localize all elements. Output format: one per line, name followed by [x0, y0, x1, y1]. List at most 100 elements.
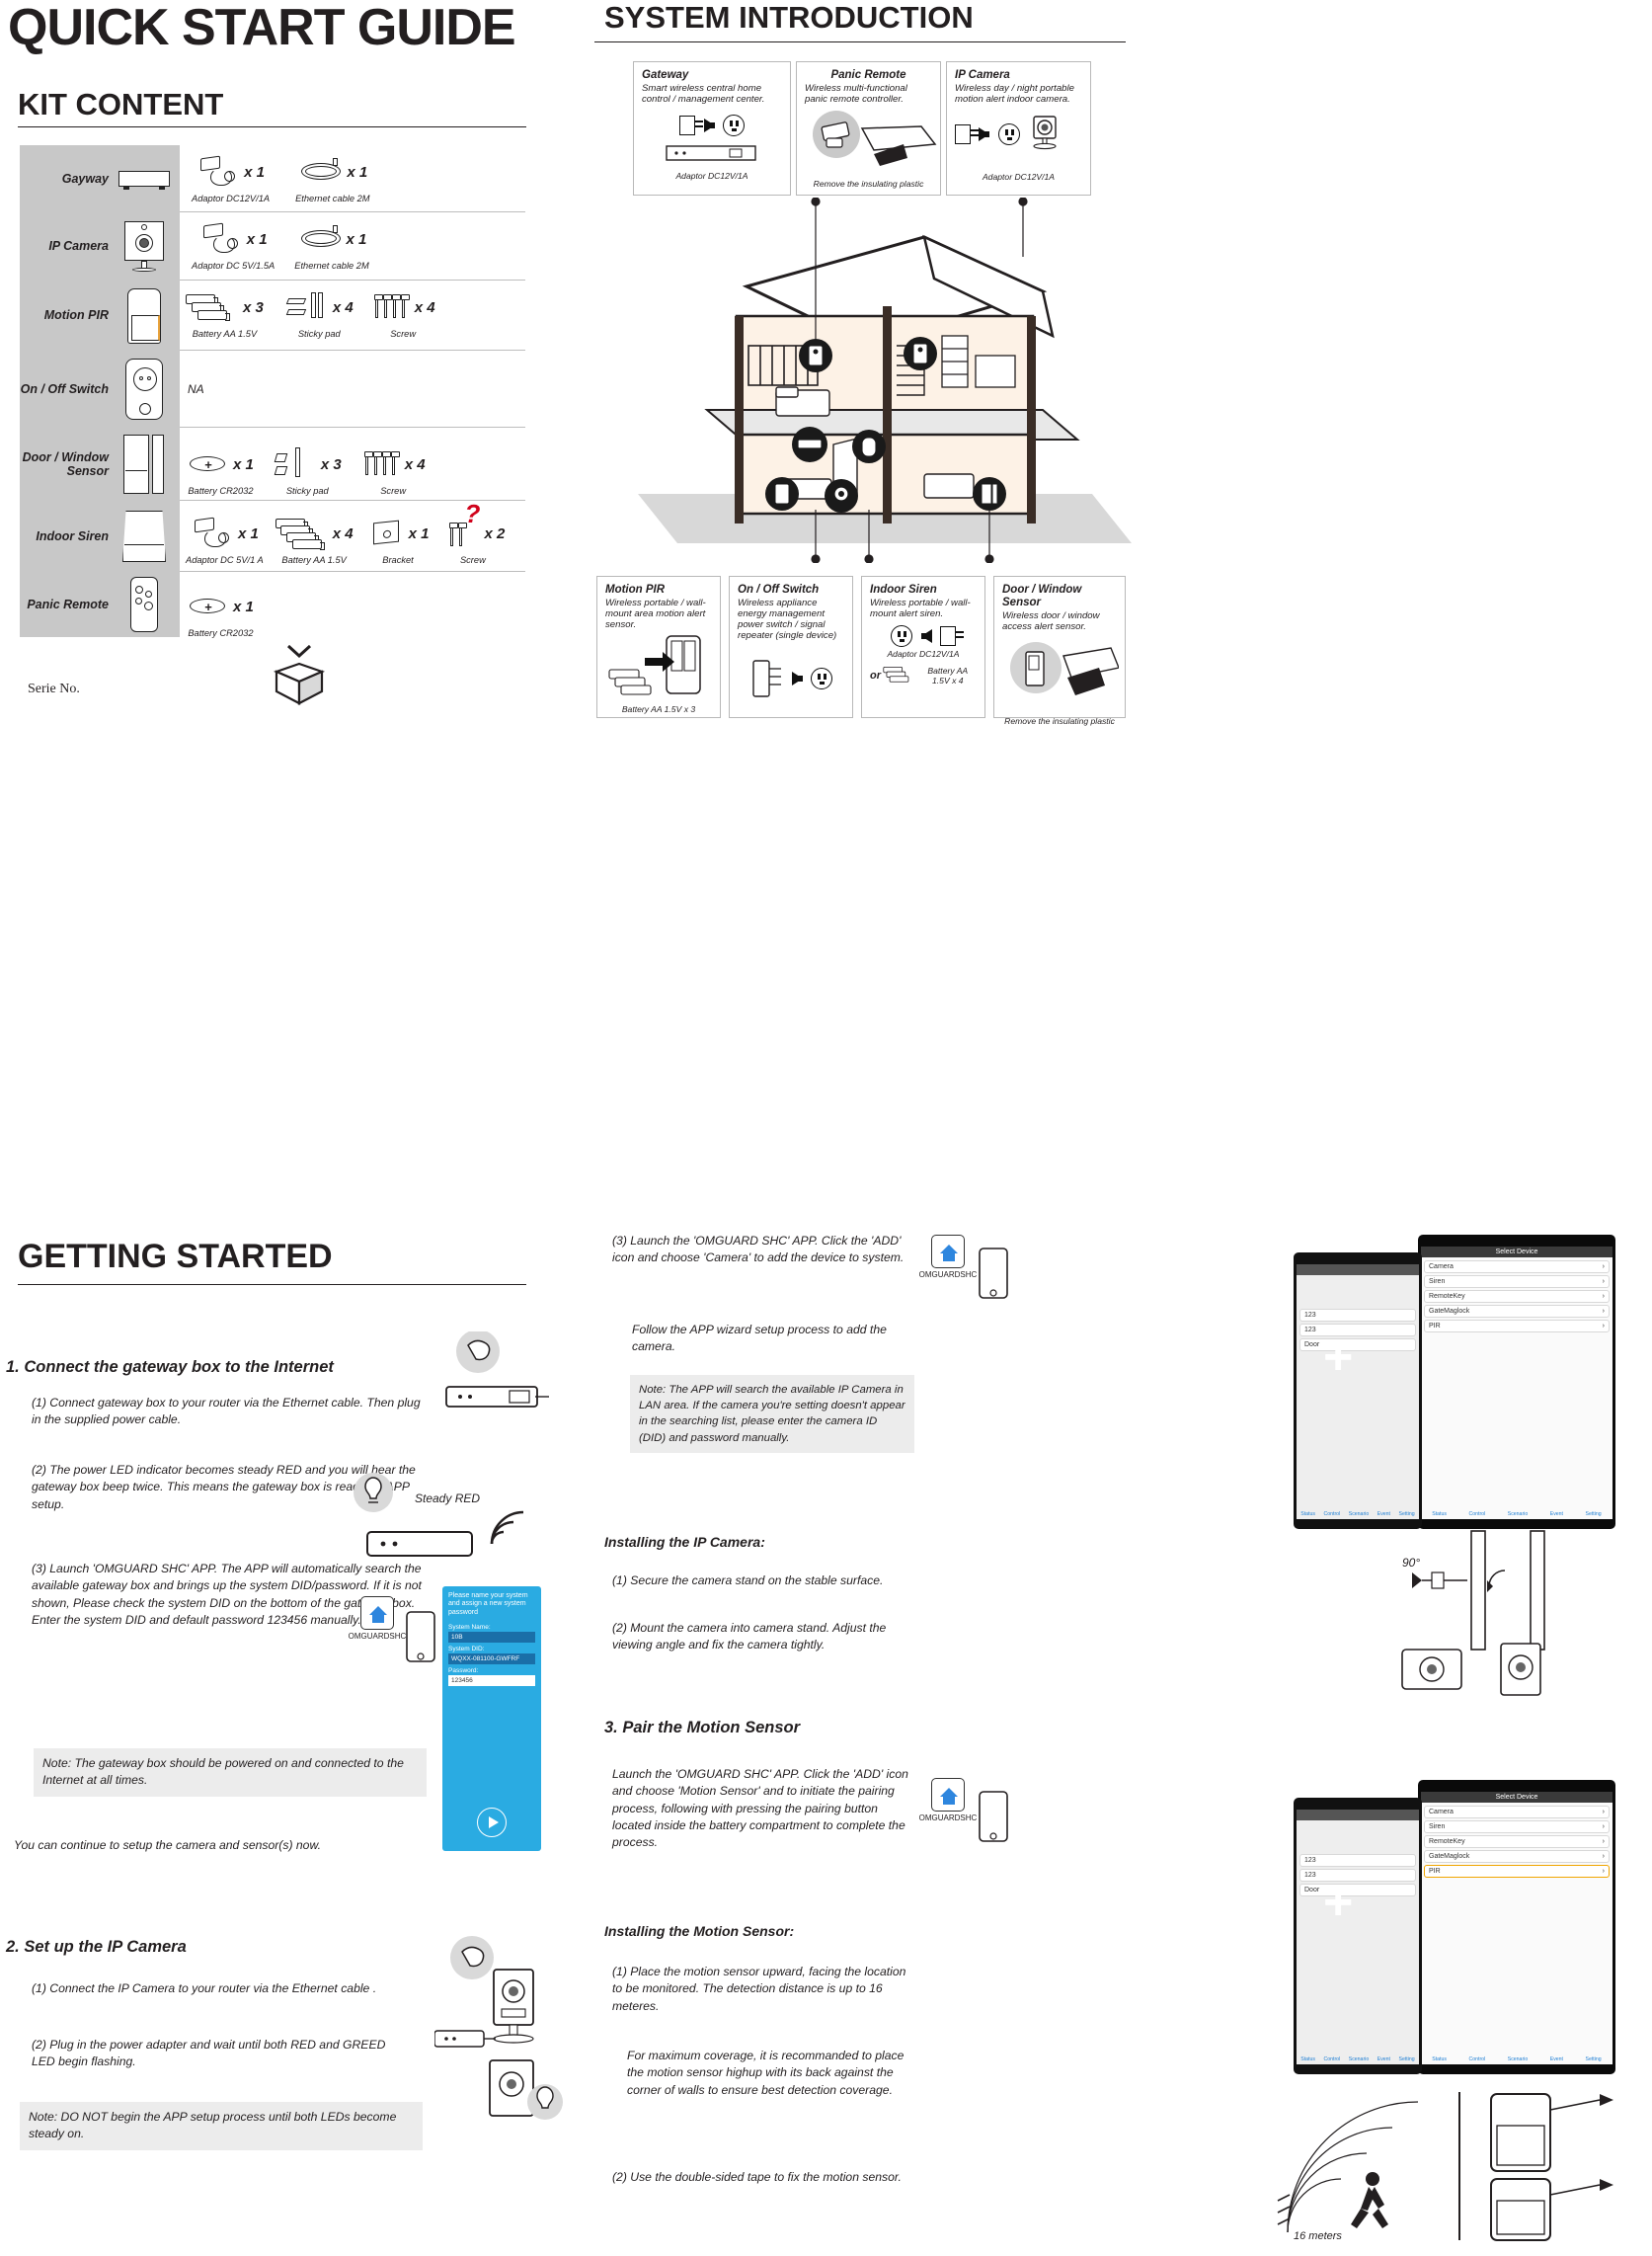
panel-title: Indoor Siren: [870, 584, 937, 596]
tab-status[interactable]: Status: [1432, 1511, 1447, 1517]
tab-event[interactable]: Event: [1377, 2056, 1390, 2062]
sticky-pad-icon: [285, 290, 331, 324]
list-item[interactable]: Door: [1299, 1884, 1416, 1896]
panel-caption: Adaptor DC12V/1A: [887, 649, 960, 660]
list-item-siren[interactable]: Siren ›: [1424, 1275, 1610, 1288]
phone-setup-form[interactable]: Please name your system and assign a new…: [442, 1586, 541, 1851]
screw-icon: [361, 447, 403, 481]
list-item-remotekey[interactable]: RemoteKey ›: [1424, 1835, 1610, 1848]
accessory-label: Adaptor DC 5V/1.5A: [192, 261, 275, 271]
form-instruction: Please name your system and assign a new…: [448, 1592, 528, 1616]
accessory-qty: x 1: [237, 524, 259, 542]
tab-scenario[interactable]: Scenario: [1508, 1511, 1528, 1517]
list-item[interactable]: 123: [1299, 1854, 1416, 1867]
device-label: RemoteKey: [1429, 1838, 1465, 1845]
tab-event[interactable]: Event: [1550, 2056, 1563, 2062]
list-item-camera[interactable]: Camera ›: [1424, 1806, 1610, 1818]
tab-control[interactable]: Control: [1323, 2056, 1340, 2062]
phone-tabbar[interactable]: Status Control Scenario Event Setting: [1421, 2056, 1613, 2062]
adapter-icon: [679, 116, 704, 136]
ip-camera-art: [1033, 116, 1058, 150]
panel-caption: Adaptor DC12V/1A: [675, 171, 748, 182]
app-shortcut[interactable]: OMGUARDSHC: [348, 1596, 407, 1641]
kit-device-label: Door / Window Sensor: [22, 449, 109, 478]
list-item[interactable]: Door: [1299, 1338, 1416, 1351]
list-item-gatemaglock[interactable]: GateMaglock ›: [1424, 1850, 1610, 1863]
device-label: Camera: [1429, 1263, 1454, 1270]
panel-description: Wireless door / window access alert sens…: [1002, 609, 1100, 632]
phone-screen-title: Select Device: [1421, 1247, 1613, 1257]
list-item-pir[interactable]: PIR ›: [1424, 1320, 1610, 1332]
tab-status[interactable]: Status: [1300, 2056, 1315, 2062]
panel-description: Wireless appliance energy management pow…: [738, 597, 837, 642]
list-item-siren[interactable]: Siren ›: [1424, 1820, 1610, 1833]
pir-battery-install-art: [608, 635, 701, 695]
phone-select-device-1[interactable]: Select Device Camera › Siren › RemoteKey…: [1418, 1235, 1615, 1529]
kit-device-cell: Indoor Siren: [20, 501, 180, 572]
password-input[interactable]: 123456: [448, 1675, 535, 1687]
phone-tabbar[interactable]: Status Control Scenario Event Setting: [1297, 1511, 1419, 1517]
omguard-app-icon[interactable]: [360, 1596, 394, 1630]
add-device-plus-icon[interactable]: +: [1323, 1877, 1353, 1928]
list-item[interactable]: 123: [1299, 1324, 1416, 1336]
install-motion-sensor-item-2: For maximum coverage, it is recommanded …: [627, 2049, 905, 2097]
omguard-app-icon[interactable]: [931, 1235, 965, 1268]
tab-setting[interactable]: Setting: [1586, 2056, 1602, 2062]
phone-home-1[interactable]: 123 123 Door Status Control Scenario Eve…: [1294, 1252, 1422, 1529]
tab-control[interactable]: Control: [1468, 2056, 1485, 2062]
list-item[interactable]: 123: [1299, 1309, 1416, 1322]
table-row: Door / Window Sensor + x 1 Battery CR203…: [20, 428, 525, 501]
list-item-gatemaglock[interactable]: GateMaglock ›: [1424, 1305, 1610, 1318]
phone-home-2[interactable]: 123 123 Door Status Control Scenario Eve…: [1294, 1798, 1422, 2074]
list-item-remotekey[interactable]: RemoteKey ›: [1424, 1290, 1610, 1303]
getting-started-heading: GETTING STARTED: [18, 1238, 333, 1275]
tab-event[interactable]: Event: [1550, 1511, 1563, 1517]
tab-control[interactable]: Control: [1468, 1511, 1485, 1517]
siren-battery-option: or Battery AA 1.5V x 4: [870, 663, 977, 688]
add-device-plus-icon[interactable]: +: [1323, 1331, 1353, 1383]
tab-setting[interactable]: Setting: [1399, 1511, 1415, 1517]
tab-event[interactable]: Event: [1377, 1511, 1390, 1517]
system-did-input[interactable]: WQXX-081100-GWFRF: [448, 1653, 535, 1665]
tab-scenario[interactable]: Scenario: [1349, 2056, 1369, 2062]
kit-device-cell: IP Camera: [20, 212, 180, 281]
phone-select-device-2[interactable]: Select Device Camera › Siren › RemoteKey…: [1418, 1780, 1615, 2074]
tab-status[interactable]: Status: [1300, 1511, 1315, 1517]
kit-content-table: Gayway x 1 Adaptor DC12V/1A x 1 Ethernet…: [20, 145, 525, 639]
app-shortcut-2[interactable]: OMGUARDSHC: [918, 1235, 978, 1279]
phone-tabbar[interactable]: Status Control Scenario Event Setting: [1421, 1511, 1613, 1517]
accessory-qty: x 2: [484, 524, 506, 542]
accessory-qty: x 1: [233, 598, 254, 615]
step-3-heading: 3. Pair the Motion Sensor: [604, 1719, 801, 1736]
list-item-camera[interactable]: Camera ›: [1424, 1260, 1610, 1273]
kit-device-cell: Panic Remote: [20, 572, 180, 637]
phone-tabbar[interactable]: Status Control Scenario Event Setting: [1297, 2056, 1419, 2062]
camera-setup-art: [434, 1936, 563, 2120]
step-2b-item-2: Follow the APP wizard setup process to a…: [632, 1323, 887, 1354]
system-name-input[interactable]: 10B: [448, 1632, 535, 1644]
list-item[interactable]: 123: [1299, 1869, 1416, 1882]
tab-setting[interactable]: Setting: [1399, 2056, 1415, 2062]
list-item: + x 1 Battery CR2032: [188, 443, 254, 497]
power-adaptor-icon: [197, 155, 242, 189]
kit-accessories-cell: NA: [180, 351, 525, 428]
omguard-app-icon[interactable]: [931, 1778, 965, 1812]
phone-outline-icon: [979, 1248, 1008, 1299]
tab-control[interactable]: Control: [1323, 1511, 1340, 1517]
system-intro-divider: [594, 41, 1126, 42]
app-shortcut-3[interactable]: OMGUARDSHC: [918, 1778, 978, 1822]
tab-status[interactable]: Status: [1432, 2056, 1447, 2062]
kit-accessories-cell: + x 1 Battery CR2032 x 3 Sticky pad x 4 …: [180, 428, 525, 501]
tab-scenario[interactable]: Scenario: [1349, 1511, 1369, 1517]
list-item-pir[interactable]: PIR ›: [1424, 1865, 1610, 1878]
power-adaptor-icon: [199, 222, 245, 256]
gateway-power-diagram: [642, 115, 782, 137]
panel-title: Door / Window Sensor: [1002, 584, 1082, 608]
submit-button[interactable]: [477, 1808, 507, 1837]
install-ip-camera-item-1: (1) Secure the camera stand on the stabl…: [612, 1573, 884, 1587]
kit-device-cell: On / Off Switch: [20, 351, 180, 428]
step-2-item-2: (2) Plug in the power adapter and wait u…: [32, 2038, 386, 2069]
tab-scenario[interactable]: Scenario: [1508, 2056, 1528, 2062]
install-ip-camera-heading: Installing the IP Camera:: [604, 1534, 765, 1550]
tab-setting[interactable]: Setting: [1586, 1511, 1602, 1517]
